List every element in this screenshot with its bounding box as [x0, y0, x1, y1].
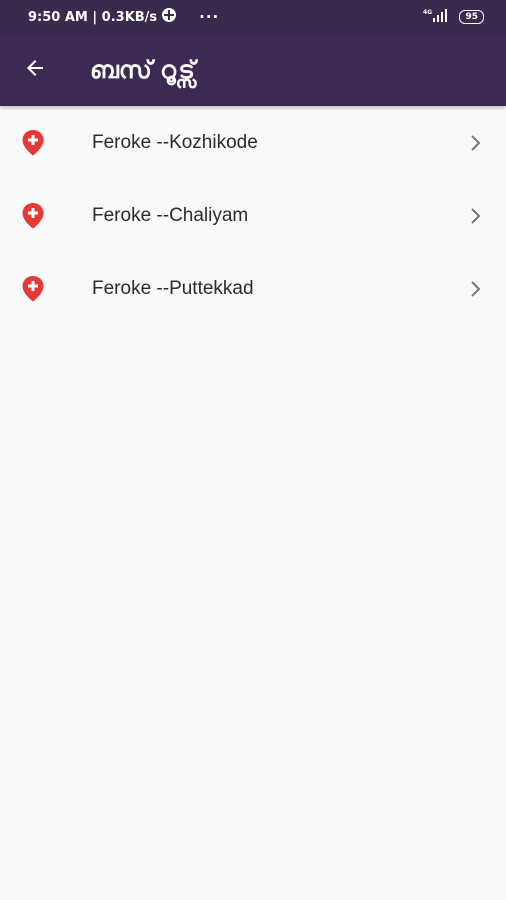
status-time-network: 9:50 AM | 0.3KB/s: [28, 9, 158, 25]
page-title: ബസ് റൂട്സ്: [90, 56, 195, 84]
battery-indicator: 95: [459, 10, 484, 24]
map-pin-icon: [22, 202, 56, 229]
status-left: 9:50 AM | 0.3KB/s ···: [28, 7, 219, 27]
chevron-right-icon: [442, 280, 482, 298]
map-pin-icon: [22, 129, 56, 156]
network-type-label: 4G: [423, 9, 432, 16]
map-pin-icon: [22, 275, 56, 302]
route-item[interactable]: Feroke --Kozhikode: [0, 106, 506, 179]
chevron-right-icon: [442, 134, 482, 152]
route-label: Feroke --Kozhikode: [92, 131, 258, 153]
route-item[interactable]: Feroke --Chaliyam: [0, 179, 506, 252]
arrow-left-icon: [23, 56, 47, 84]
chevron-right-icon: [442, 207, 482, 225]
route-label: Feroke --Puttekkad: [92, 277, 254, 299]
signal-icon: 4G: [423, 7, 451, 27]
more-notifications-icon: ···: [199, 8, 220, 26]
status-bar: 9:50 AM | 0.3KB/s ··· 4G 95: [0, 0, 506, 34]
app-notification-icon: [161, 7, 177, 27]
app-bar: ബസ് റൂട്സ്: [0, 34, 506, 106]
route-label: Feroke --Chaliyam: [92, 204, 249, 226]
status-right: 4G 95: [423, 7, 484, 27]
route-list: Feroke --Kozhikode Feroke --Chaliyam Fer…: [0, 106, 506, 325]
back-button[interactable]: [0, 34, 70, 106]
route-item[interactable]: Feroke --Puttekkad: [0, 252, 506, 325]
